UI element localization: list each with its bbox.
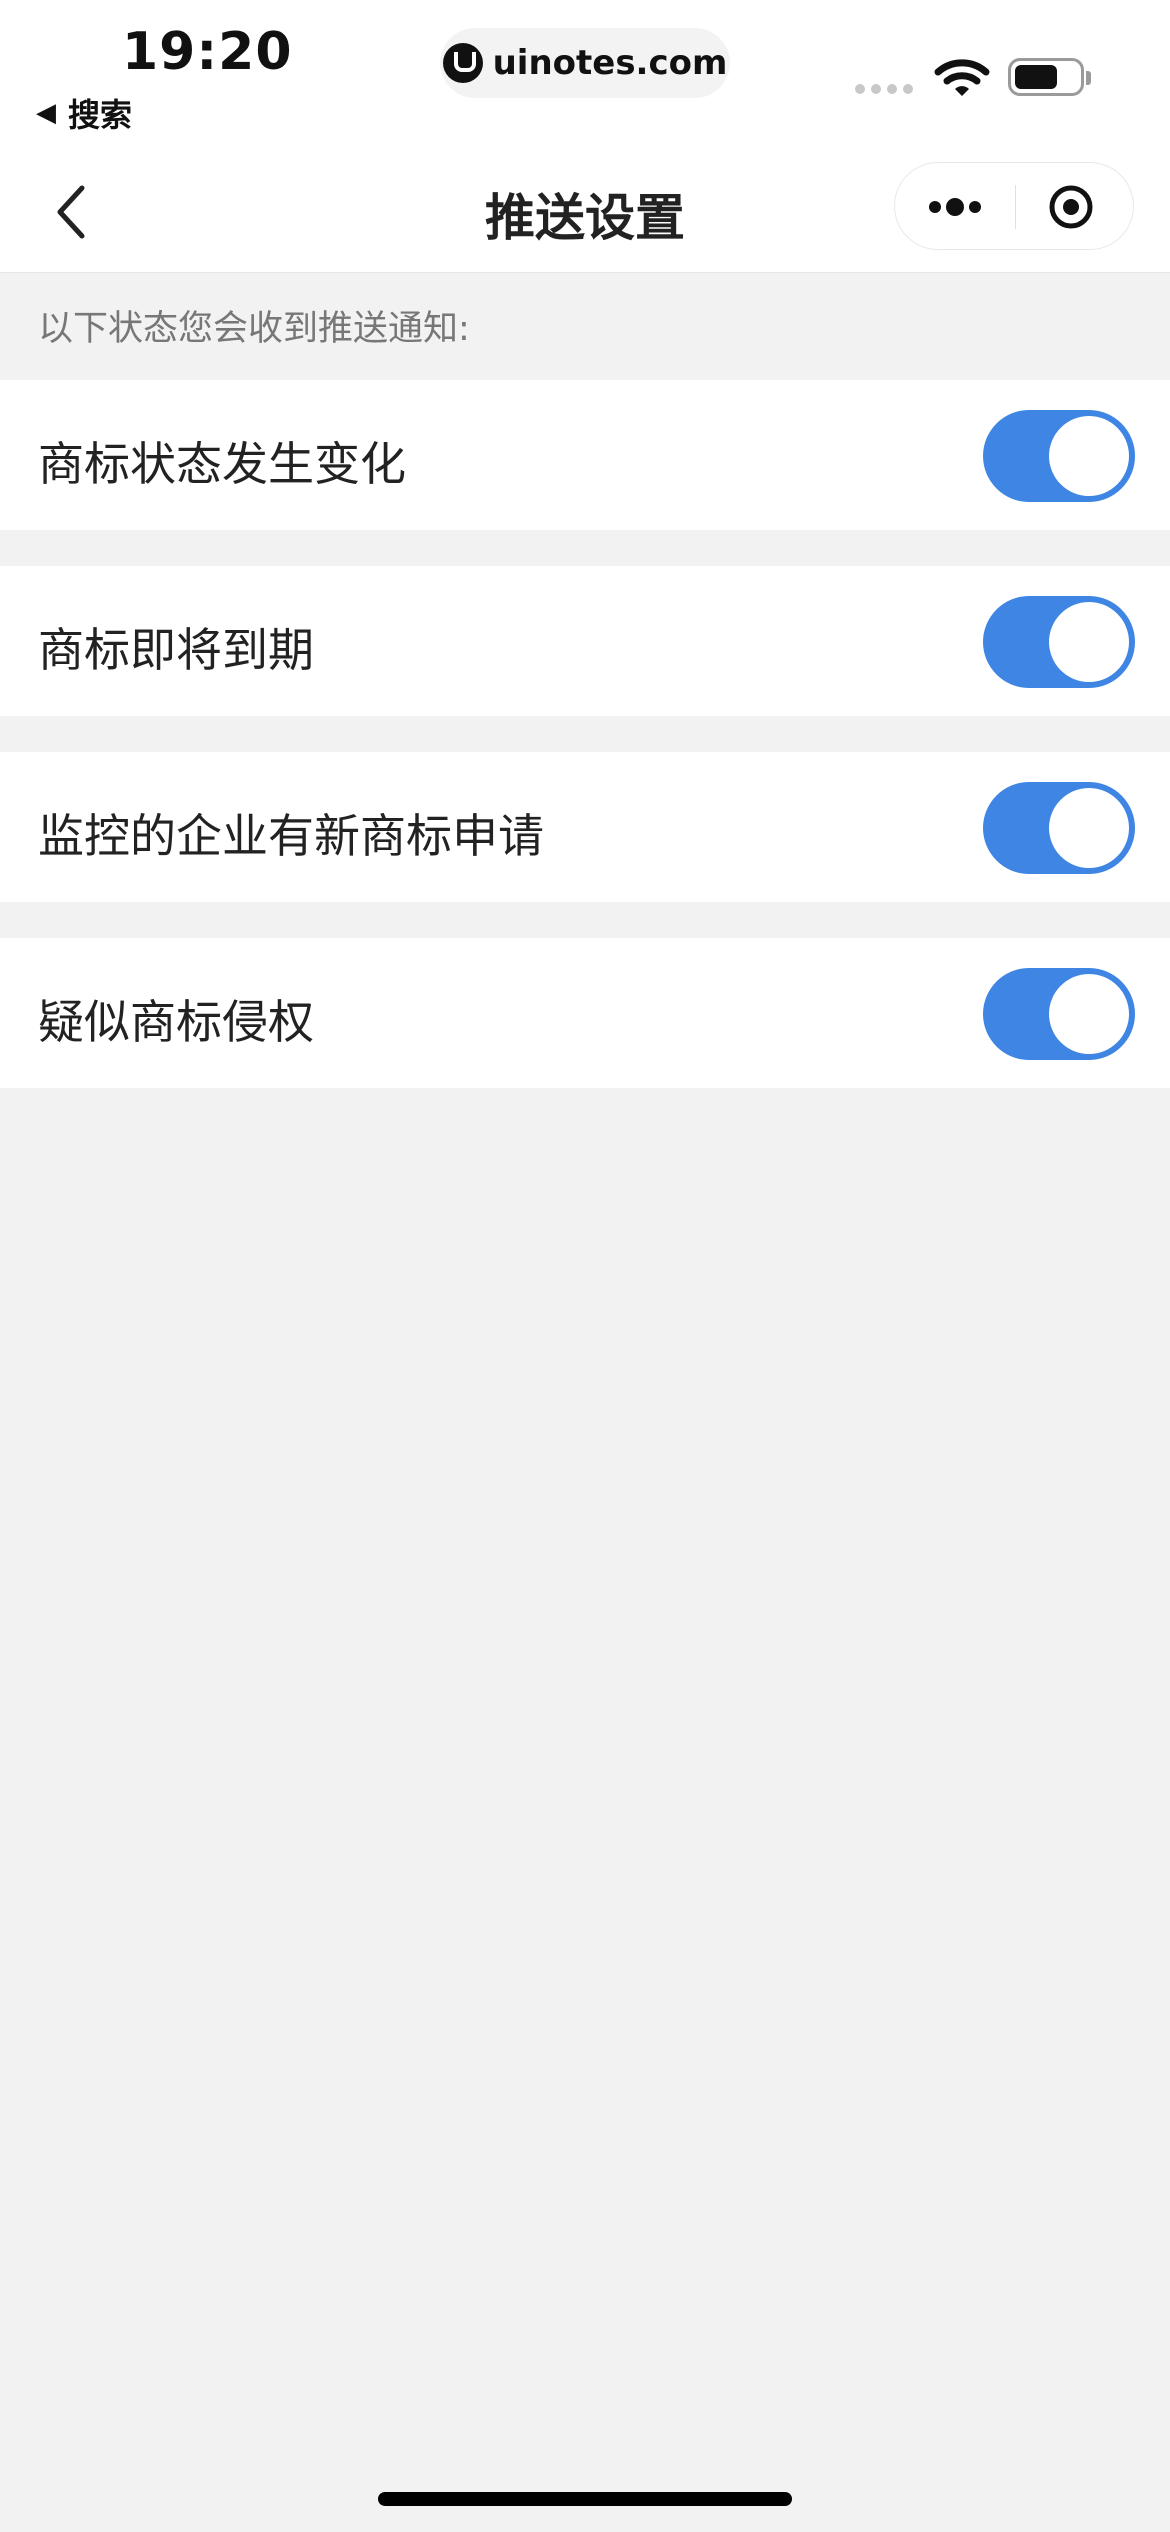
setting-label: 监控的企业有新商标申请 xyxy=(38,809,544,863)
setting-label: 商标即将到期 xyxy=(38,623,314,677)
capsule-divider xyxy=(1015,185,1016,229)
status-bar: 19:20 ◀ 搜索 uinotes.com xyxy=(0,0,1170,150)
toggle-knob xyxy=(1049,974,1129,1054)
toggle-knob xyxy=(1049,788,1129,868)
setting-label: 疑似商标侵权 xyxy=(38,995,314,1049)
toggle-switch-infringement[interactable] xyxy=(983,968,1135,1060)
section-hint: 以下状态您会收到推送通知: xyxy=(38,309,470,349)
setting-row-infringement: 疑似商标侵权 xyxy=(0,938,1170,1088)
home-indicator xyxy=(378,2492,792,2506)
url-pill: uinotes.com xyxy=(440,28,730,98)
site-logo-icon xyxy=(442,43,483,83)
nav-bar: 推送设置 xyxy=(0,150,1170,273)
wifi-icon xyxy=(934,59,990,96)
back-to-app-link[interactable]: ◀ 搜索 xyxy=(36,90,132,136)
toggle-knob xyxy=(1049,602,1129,682)
setting-row-status-change: 商标状态发生变化 xyxy=(0,380,1170,530)
back-triangle-icon: ◀ xyxy=(36,98,56,128)
back-to-app-label: 搜索 xyxy=(68,96,133,134)
url-text: uinotes.com xyxy=(492,43,728,83)
mini-program-capsule xyxy=(894,162,1134,250)
toggle-knob xyxy=(1049,416,1129,496)
more-dots-icon[interactable] xyxy=(925,193,985,221)
setting-label: 商标状态发生变化 xyxy=(38,437,406,491)
toggle-switch-expiring[interactable] xyxy=(983,596,1135,688)
setting-row-new-application: 监控的企业有新商标申请 xyxy=(0,752,1170,902)
setting-row-expiring: 商标即将到期 xyxy=(0,566,1170,716)
toggle-switch-new-application[interactable] xyxy=(983,782,1135,874)
target-icon[interactable] xyxy=(1047,183,1095,231)
battery-icon xyxy=(1008,58,1091,96)
status-time: 19:20 xyxy=(122,22,293,82)
cellular-signal-icon xyxy=(855,84,913,94)
toggle-switch-status-change[interactable] xyxy=(983,410,1135,502)
